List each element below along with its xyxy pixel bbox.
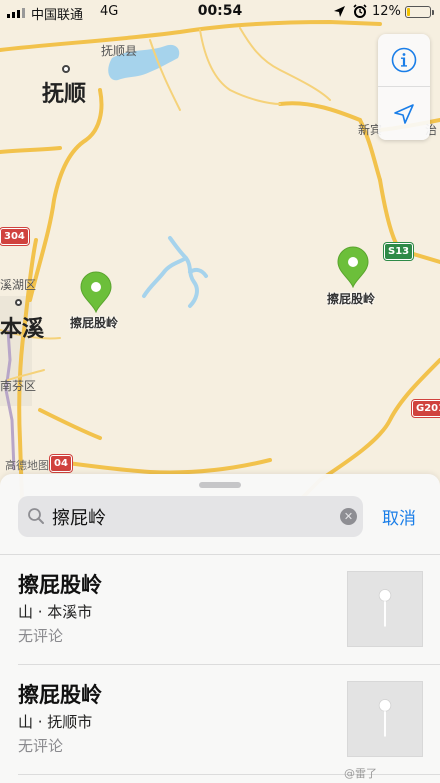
road-shield-g201: G201 xyxy=(412,400,440,417)
alarm-icon xyxy=(353,4,367,18)
location-arrow-icon xyxy=(394,103,414,124)
city-dot-icon xyxy=(62,65,70,73)
road-shield-g304: 304 xyxy=(0,228,29,245)
road-shield-s13: S13 xyxy=(384,243,414,260)
place-label-benxi: 本溪 xyxy=(0,317,45,342)
result-subtitle: 山 · 本溪市 xyxy=(18,603,93,621)
info-button[interactable] xyxy=(378,34,430,87)
map-base xyxy=(0,0,440,500)
map-pin-label: 擦屁股岭 xyxy=(70,316,119,330)
result-reviews: 无评论 xyxy=(18,627,64,645)
current-location-button[interactable] xyxy=(378,87,430,140)
place-label-xihu: 溪湖区 xyxy=(0,278,37,292)
city-dot-icon xyxy=(15,299,22,306)
map-pin-icon[interactable] xyxy=(336,246,370,288)
battery-icon xyxy=(405,6,434,18)
map-controls xyxy=(378,34,430,140)
search-input[interactable] xyxy=(52,496,332,537)
result-subtitle: 山 · 抚顺市 xyxy=(18,713,93,731)
map-provider-watermark: 高德地图 xyxy=(5,459,49,472)
place-label-fushun-county: 抚顺县 xyxy=(101,44,138,58)
place-label-nanfen: 南芬区 xyxy=(0,379,37,393)
search-icon xyxy=(28,508,44,524)
road-shield-bottom: 04 xyxy=(50,455,72,472)
cancel-button[interactable]: 取消 xyxy=(382,504,416,529)
pin-placeholder-thumbnail xyxy=(347,681,423,757)
search-bar[interactable]: ✕ xyxy=(18,496,363,537)
pin-placeholder-thumbnail xyxy=(347,571,423,647)
status-bar: 中国联通 4G 00:54 12% xyxy=(0,0,440,24)
clear-search-icon[interactable]: ✕ xyxy=(340,508,357,525)
map-pin-label: 擦屁股岭 xyxy=(327,292,376,306)
search-result-item[interactable]: 擦屁股岭 山 · 本溪市 无评论 xyxy=(0,555,440,665)
battery-percent: 12% xyxy=(372,4,401,19)
map-pin-icon[interactable] xyxy=(79,271,113,313)
search-result-item[interactable]: 擦屁股岭 山 · 抚顺市 无评论 xyxy=(0,665,440,775)
result-reviews: 无评论 xyxy=(18,737,64,755)
result-title: 擦屁股岭 xyxy=(18,573,102,597)
map-view[interactable]: 抚顺县 抚顺 新宾 治 溪湖区 本溪 南芬区 304 S13 G201 04 擦… xyxy=(0,0,440,500)
sheet-grabber-handle[interactable] xyxy=(199,482,241,488)
search-results-sheet: ✕ 取消 擦屁股岭 山 · 本溪市 无评论 擦屁股岭 山 · 抚顺市 无评论 @… xyxy=(0,474,440,783)
info-icon xyxy=(391,47,417,73)
weibo-watermark: @雷了 xyxy=(344,767,377,780)
location-services-icon xyxy=(334,6,345,17)
place-label-fushun: 抚顺 xyxy=(42,82,87,107)
result-title: 擦屁股岭 xyxy=(18,683,102,707)
